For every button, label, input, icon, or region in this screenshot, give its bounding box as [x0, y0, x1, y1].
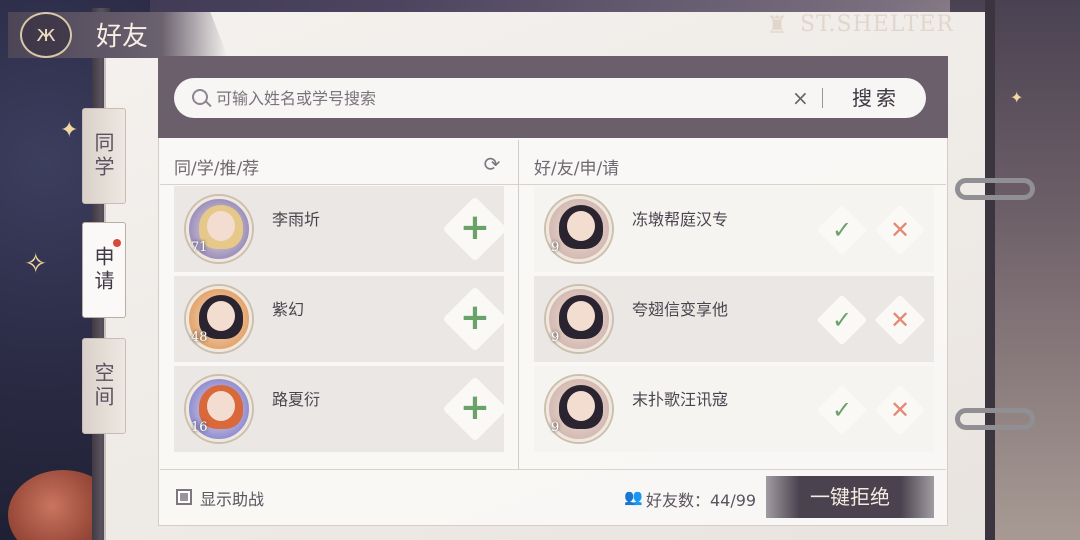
requests-header: 好/友/申/请 [534, 159, 620, 179]
avatar[interactable]: 9 [546, 196, 612, 262]
accept-button[interactable]: ✓ [816, 204, 868, 256]
avatar-face [207, 211, 235, 241]
classmate-name: 紫幻 [272, 300, 305, 319]
level-badge: 48 [191, 330, 208, 345]
tab-requests[interactable]: 申请 [82, 222, 126, 318]
avatar-face [207, 391, 235, 421]
plus-icon: + [459, 387, 491, 428]
search-icon [192, 89, 208, 105]
avatar-face [207, 301, 235, 331]
search-input[interactable] [216, 86, 776, 110]
plus-icon: + [459, 207, 491, 248]
sparkle-icon: ✦ [60, 118, 79, 143]
reject-button[interactable]: ✕ [874, 294, 926, 346]
avatar[interactable]: 9 [546, 376, 612, 442]
friends-icon: 👥 [624, 488, 643, 506]
divider [822, 88, 823, 108]
requester-name: 末扑歌汪讯寇 [632, 390, 729, 409]
requester-name: 冻墩帮庭汉专 [632, 210, 729, 229]
close-icon: ✕ [889, 216, 911, 244]
recommend-header: 同/学/推/荐 [174, 159, 260, 179]
avatar[interactable]: 9 [546, 286, 612, 352]
reject-button[interactable]: ✕ [874, 204, 926, 256]
level-badge: 9 [551, 330, 560, 345]
close-icon: ✕ [889, 306, 911, 334]
add-friend-button[interactable]: + [442, 196, 508, 262]
reject-all-button[interactable]: 一键拒绝 [766, 476, 934, 518]
level-badge: 9 [551, 240, 560, 255]
binder-ring [955, 408, 1035, 430]
add-friend-button[interactable]: + [442, 286, 508, 352]
check-icon: ✓ [831, 396, 853, 424]
tab-space[interactable]: 空间 [82, 338, 126, 434]
notebook-edge [985, 0, 995, 540]
tab-label: 申请 [91, 246, 115, 294]
avatar[interactable]: 71 [186, 196, 252, 262]
avatar-face [567, 211, 595, 241]
refresh-icon[interactable]: ⟳ [480, 152, 504, 176]
avatar[interactable]: 48 [186, 286, 252, 352]
accept-button[interactable]: ✓ [816, 384, 868, 436]
divider [160, 184, 946, 185]
avatar[interactable]: 16 [186, 376, 252, 442]
crest-icon: ♜ [766, 11, 788, 39]
avatar-face [567, 301, 595, 331]
classmate-name: 李雨圻 [272, 210, 321, 229]
clear-icon[interactable]: × [792, 86, 809, 110]
requester-name: 夸翅信变享他 [632, 300, 729, 319]
add-friend-button[interactable]: + [442, 376, 508, 442]
check-icon: ✓ [831, 216, 853, 244]
level-badge: 9 [551, 420, 560, 435]
tab-label: 同学 [91, 132, 115, 180]
classmate-name: 路夏衍 [272, 390, 321, 409]
close-icon: ✕ [889, 396, 911, 424]
show-support-label: 显示助战 [200, 490, 265, 509]
page-title: 好友 [96, 22, 149, 52]
accept-button[interactable]: ✓ [816, 294, 868, 346]
sparkle-icon: ✦ [1010, 88, 1024, 107]
divider [160, 469, 946, 470]
binder-ring [955, 178, 1035, 200]
butterfly-icon[interactable]: ж [20, 12, 72, 58]
search-button[interactable]: 搜索 [836, 82, 916, 114]
level-badge: 16 [191, 420, 208, 435]
column-divider [518, 140, 519, 470]
reject-button[interactable]: ✕ [874, 384, 926, 436]
notification-dot [113, 239, 121, 247]
tab-label: 空间 [91, 362, 115, 410]
tab-classmates[interactable]: 同学 [82, 108, 126, 204]
level-badge: 71 [191, 240, 208, 255]
brand-logo: ST.SHELTER [800, 12, 954, 37]
friends-count: 好友数：44/99 [646, 491, 757, 510]
avatar-face [567, 391, 595, 421]
plus-icon: + [459, 297, 491, 338]
check-icon: ✓ [831, 306, 853, 334]
show-support-checkbox[interactable] [176, 489, 192, 505]
sparkle-icon: ✧ [24, 247, 48, 280]
